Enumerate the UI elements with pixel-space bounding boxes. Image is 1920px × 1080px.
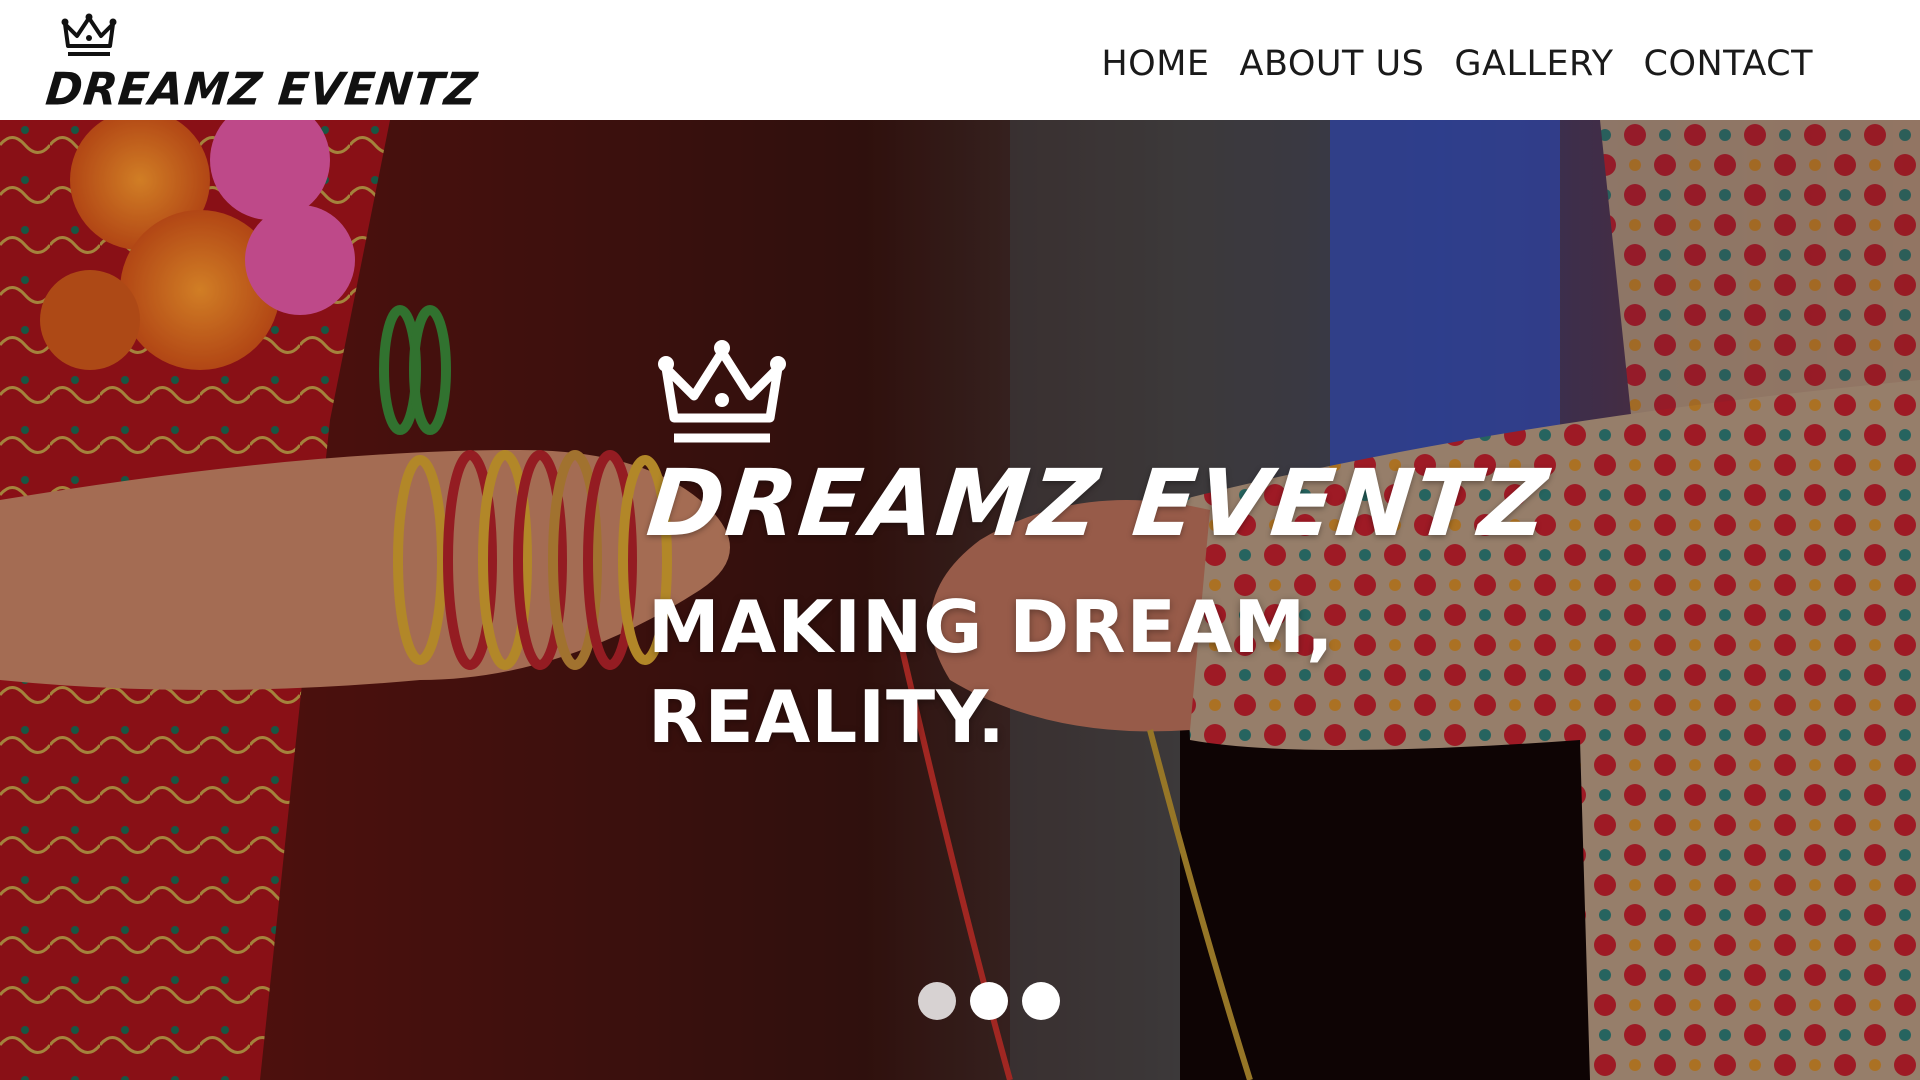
logo-text: DREAMZ EVENTZ <box>43 63 481 116</box>
nav-home[interactable]: HOME <box>1101 42 1209 86</box>
slider-dots <box>918 982 1060 1020</box>
main-nav: HOME ABOUT US GALLERY CONTACT <box>1101 42 1813 86</box>
nav-contact[interactable]: CONTACT <box>1644 42 1813 86</box>
slider-dot-1[interactable] <box>918 982 956 1020</box>
hero-slider: DREAMZ EVENTZ MAKING DREAM, REALITY. <box>0 120 1920 1080</box>
hero-tagline: MAKING DREAM, REALITY. <box>648 582 1348 762</box>
nav-gallery[interactable]: GALLERY <box>1454 42 1613 86</box>
site-logo[interactable]: DREAMZ EVENTZ <box>43 12 480 116</box>
slider-dot-3[interactable] <box>1022 982 1060 1020</box>
nav-about-us[interactable]: ABOUT US <box>1240 42 1425 86</box>
hero-tagline-line-1: MAKING DREAM, <box>648 585 1335 669</box>
hero-tagline-line-2: REALITY. <box>648 675 1006 759</box>
hero-brand-name: DREAMZ EVENTZ <box>642 450 1555 557</box>
site-header: DREAMZ EVENTZ HOME ABOUT US GALLERY CONT… <box>0 0 1920 120</box>
crown-icon <box>61 13 117 56</box>
slider-dot-2[interactable] <box>970 982 1008 1020</box>
crown-icon <box>658 340 786 443</box>
